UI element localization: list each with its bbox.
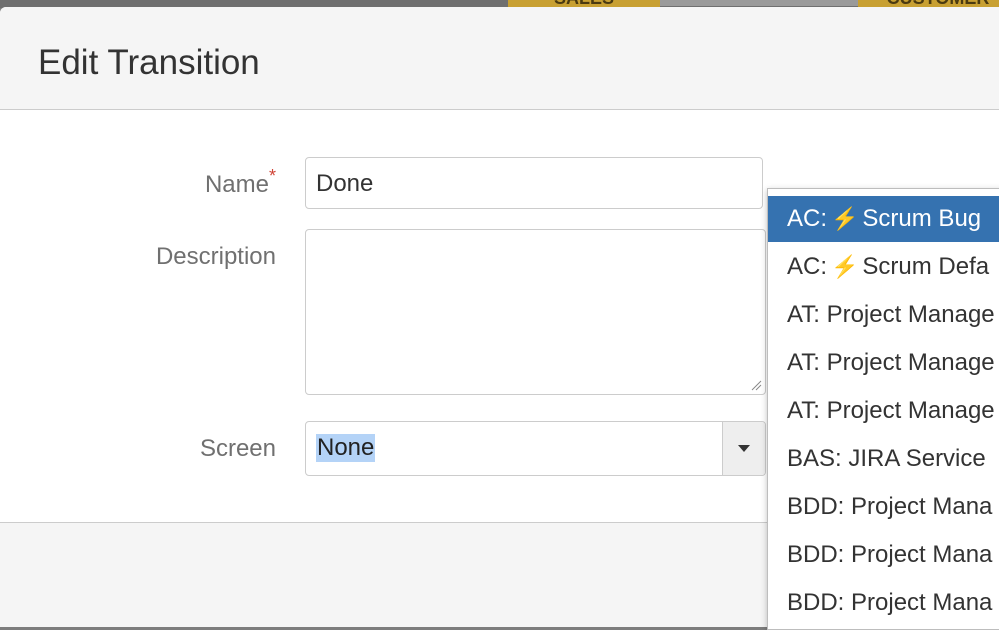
dropdown-option[interactable]: BDD: Project Mana [768,484,999,530]
option-label: Scrum Bug [862,205,982,232]
dropdown-option[interactable]: BDD: Project Mana [768,532,999,578]
screen-dropdown-list[interactable]: AC: ⚡ Scrum Bug AC: ⚡ Scrum Defa AT: Project… [767,188,999,630]
description-label: Description [155,243,276,270]
dialog-header: Edit Transition [0,7,999,110]
chevron-down-icon [738,445,750,452]
name-label-text: Name [204,171,269,198]
option-prefix: AC: [787,253,828,280]
option-prefix: AC: [787,205,828,232]
dropdown-option[interactable]: AT: Project Manage [768,388,999,434]
resize-grip-icon[interactable] [750,379,762,391]
dropdown-option[interactable]: BDD: Project Mana [768,580,999,626]
option-label: Scrum Defa [862,253,990,280]
description-textarea[interactable] [305,229,766,395]
name-label: Name* [136,166,276,199]
dropdown-option[interactable]: AC: ⚡ Scrum Bug [768,196,999,242]
dropdown-option[interactable]: AT: Project Manage [768,340,999,386]
dropdown-option[interactable]: BAS: JIRA Service [768,436,999,482]
required-marker: * [268,166,276,186]
screen-select-value[interactable]: None [316,434,376,462]
screen-dropdown-button[interactable] [722,422,765,475]
dialog-title: Edit Transition [38,43,260,82]
lightning-icon: ⚡ [831,254,859,279]
screen-select[interactable]: None [305,421,766,476]
dropdown-option[interactable]: AT: Project Manage [768,292,999,338]
background-arrow [660,0,858,6]
screen-label: Screen [199,435,276,462]
name-input[interactable]: Done [305,157,763,209]
lightning-icon: ⚡ [831,206,859,231]
dropdown-option[interactable]: AC: ⚡ Scrum Defa [768,244,999,290]
